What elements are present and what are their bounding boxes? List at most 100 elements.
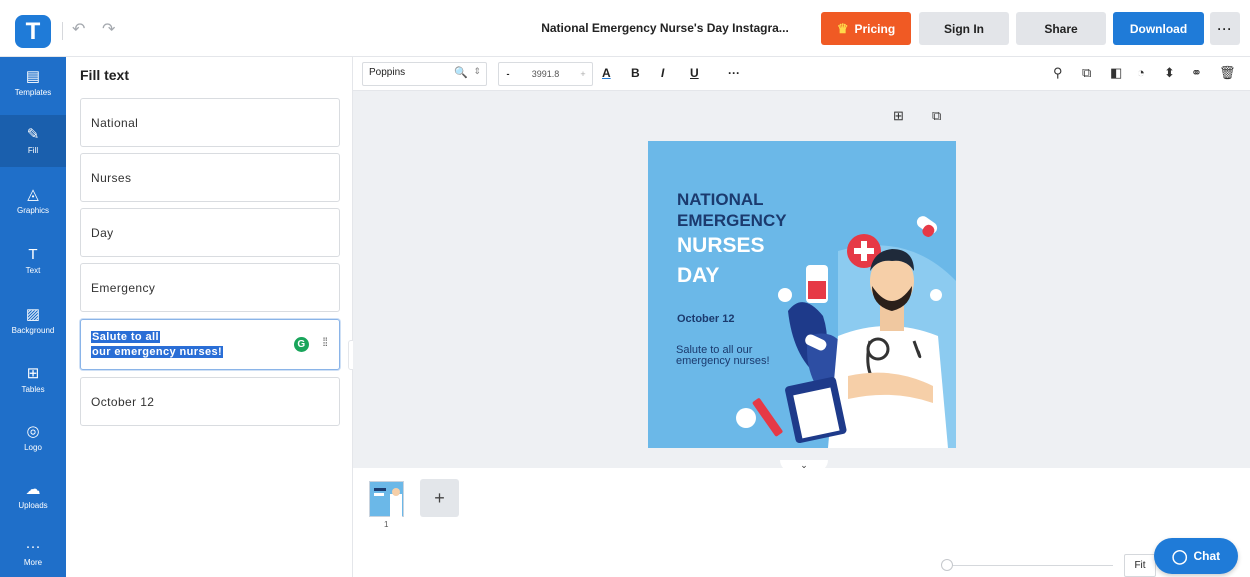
copy-icon[interactable]: ⧉ xyxy=(1082,65,1091,81)
more-icon: ··· xyxy=(25,538,41,555)
share-button[interactable]: Share xyxy=(1016,12,1106,45)
design-text-line: EMERGENCY xyxy=(677,211,787,230)
more-format-button[interactable]: ··· xyxy=(728,66,740,80)
font-family-select[interactable]: Poppins 🔍 ⇕ xyxy=(362,62,487,86)
shapes-icon: ◬ xyxy=(27,186,39,203)
spinner-icon[interactable]: ⇕ xyxy=(473,66,481,77)
sidebar-item-tables[interactable]: ⊞ Tables xyxy=(0,354,66,406)
sidebar-item-more[interactable]: ··· More xyxy=(0,527,66,577)
sidebar-item-label: Tables xyxy=(21,385,45,394)
undo-icon[interactable]: ↶ xyxy=(72,19,85,39)
trash-icon[interactable]: 🗑 xyxy=(1219,65,1236,81)
font-size-stepper: - 3991.8 + xyxy=(498,62,593,86)
text-field-nurses[interactable]: Nurses xyxy=(80,153,340,202)
sidebar-item-label: More xyxy=(23,558,43,567)
top-bar: T ↶ ↷ National Emergency Nurse's Day Ins… xyxy=(0,0,1250,57)
nurse-illustration xyxy=(736,216,956,448)
more-options-button[interactable]: ··· xyxy=(1210,12,1240,45)
selected-text[interactable]: Salute to all our emergency nurses! xyxy=(91,330,224,360)
panel-title: Fill text xyxy=(80,67,130,83)
pricing-button[interactable]: ♛ Pricing xyxy=(821,12,911,45)
sidebar-item-label: Logo xyxy=(24,443,42,452)
syringe xyxy=(752,398,783,437)
sidebar-item-graphics[interactable]: ◬ Graphics xyxy=(0,175,66,227)
stethoscope-chest xyxy=(866,337,890,361)
increase-size-button[interactable]: + xyxy=(574,69,592,79)
text-field-emergency[interactable]: Emergency xyxy=(80,263,340,312)
sidebar-item-label: Templates xyxy=(14,88,52,97)
pill xyxy=(778,288,792,302)
add-element-icon[interactable]: ⊞ xyxy=(893,108,904,124)
sidebar-item-templates[interactable]: ▤ Templates xyxy=(0,57,66,109)
sidebar-item-uploads[interactable]: ☁ Uploads xyxy=(0,470,66,522)
bottle-label xyxy=(808,281,826,299)
chat-label: Chat xyxy=(1193,549,1221,563)
paint-roller-icon[interactable]: ⚲ xyxy=(1053,65,1063,81)
design-salute[interactable]: Salute to all our emergency nurses! xyxy=(676,345,776,367)
templates-icon: ▤ xyxy=(25,68,41,85)
design-date[interactable]: October 12 xyxy=(677,313,734,325)
zoom-slider-track[interactable] xyxy=(943,565,1113,566)
sidebar-item-label: Background xyxy=(11,326,55,335)
align-icon[interactable]: ⬍ xyxy=(1164,65,1175,81)
background-icon: ▨ xyxy=(25,306,41,323)
editor-app: T ↶ ↷ National Emergency Nurse's Day Ins… xyxy=(0,0,1250,577)
opacity-icon[interactable]: ◔ xyxy=(1137,65,1145,80)
selected-text-line: Salute to all xyxy=(91,330,160,343)
cross-horizontal xyxy=(854,248,874,254)
sidebar-item-label: Fill xyxy=(27,146,39,155)
text-field-day[interactable]: Day xyxy=(80,208,340,257)
thumbnail-preview xyxy=(374,488,402,518)
page-thumbnail[interactable] xyxy=(369,481,404,518)
layers-icon[interactable]: ◧ xyxy=(1110,65,1122,81)
sidebar-item-logo[interactable]: ◎ Logo xyxy=(0,412,66,464)
zoom-slider-handle[interactable] xyxy=(941,559,953,571)
text-field-salute[interactable]: Salute to all our emergency nurses! G ⁞⁞ xyxy=(80,319,340,370)
logo-icon: ◎ xyxy=(26,423,40,440)
text-field-national[interactable]: National xyxy=(80,98,340,147)
pencil-icon: ✎ xyxy=(26,126,40,143)
italic-button[interactable]: I xyxy=(661,66,664,80)
decrease-size-button[interactable]: - xyxy=(499,69,517,79)
design-heading[interactable]: NATIONAL EMERGENCY xyxy=(677,189,787,231)
design-text-line: DAY xyxy=(677,264,720,287)
text-field-october[interactable]: October 12 xyxy=(80,377,340,426)
underline-button[interactable]: U xyxy=(690,66,699,80)
sidebar-item-label: Text xyxy=(25,266,41,275)
canvas-area: ⊞ ⧉ NATIONAL EMERGENCY NURSES DAY Octobe… xyxy=(353,91,1250,468)
design-text-line: NATIONAL xyxy=(677,190,764,209)
drag-handle-icon[interactable]: ⁞⁞ xyxy=(322,335,328,349)
sidebar-item-fill[interactable]: ✎ Fill xyxy=(0,115,66,167)
fit-button[interactable]: Fit xyxy=(1124,554,1156,577)
chat-button[interactable]: ◯ Chat xyxy=(1154,538,1238,574)
pill xyxy=(930,289,942,301)
pricing-label: Pricing xyxy=(854,21,896,36)
duplicate-page-icon[interactable]: ⧉ xyxy=(932,108,941,124)
selected-text-line: our emergency nurses! xyxy=(91,345,224,358)
page-number: 1 xyxy=(384,520,389,529)
download-button[interactable]: Download xyxy=(1113,12,1204,45)
document-title[interactable]: National Emergency Nurse's Day Instagra.… xyxy=(520,21,810,35)
text-color-button[interactable]: A xyxy=(602,66,611,80)
design-subheading[interactable]: NURSES DAY xyxy=(677,231,765,291)
bold-button[interactable]: B xyxy=(631,66,640,80)
crown-icon: ♛ xyxy=(836,20,849,36)
sign-in-button[interactable]: Sign In xyxy=(919,12,1009,45)
grammarly-icon[interactable]: G xyxy=(294,337,309,352)
font-name: Poppins xyxy=(369,67,406,78)
add-page-button[interactable]: + xyxy=(420,479,459,517)
editor-toolbar: Poppins 🔍 ⇕ - 3991.8 + A B I U ··· ⚲ ⧉ ◧… xyxy=(353,57,1250,91)
search-icon: 🔍 xyxy=(454,67,468,79)
app-logo[interactable]: T xyxy=(15,15,51,48)
table-icon: ⊞ xyxy=(26,365,40,382)
link-icon[interactable]: ⚭ xyxy=(1191,65,1202,81)
cloud-upload-icon: ☁ xyxy=(25,481,41,498)
font-size-input[interactable]: 3991.8 xyxy=(517,69,574,79)
text-icon: T xyxy=(28,246,38,263)
sidebar-item-text[interactable]: T Text xyxy=(0,235,66,287)
design-artboard[interactable]: NATIONAL EMERGENCY NURSES DAY October 12… xyxy=(648,141,956,448)
sidebar-item-background[interactable]: ▨ Background xyxy=(0,295,66,347)
sidebar-item-label: Uploads xyxy=(18,501,48,510)
fill-text-panel: Fill text National Nurses Day Emergency … xyxy=(66,57,353,577)
redo-icon[interactable]: ↷ xyxy=(102,19,115,39)
